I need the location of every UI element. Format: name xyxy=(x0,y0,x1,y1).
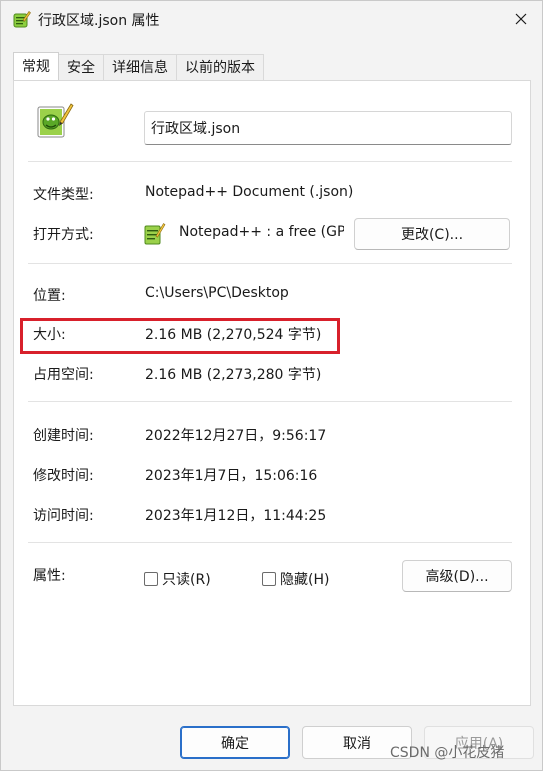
watermark: CSDN @小花皮猪 xyxy=(390,745,505,761)
open-with-value: Notepad++ : a free (GPL) source code edi… xyxy=(179,224,344,240)
file-type-label: 文件类型: xyxy=(33,187,94,203)
divider xyxy=(28,263,512,264)
attributes-label: 属性: xyxy=(33,568,66,584)
filename-input[interactable] xyxy=(144,111,512,145)
location-value: C:\Users\PC\Desktop xyxy=(145,285,289,301)
properties-window: 行政区域.json 属性 常规 安全 详细信息 以前的版本 文件类型: Note… xyxy=(0,0,543,771)
close-icon xyxy=(515,13,527,25)
accessed-label: 访问时间: xyxy=(33,508,94,524)
notepadpp-file-icon xyxy=(37,103,74,138)
file-type-value: Notepad++ Document (.json) xyxy=(145,184,354,200)
general-panel: 文件类型: Notepad++ Document (.json) 打开方式: N… xyxy=(13,80,531,706)
created-label: 创建时间: xyxy=(33,428,94,444)
hidden-checkbox[interactable]: 隐藏(H) xyxy=(262,569,329,589)
modified-value: 2023年1月7日，15:06:16 xyxy=(145,468,318,484)
tab-general[interactable]: 常规 xyxy=(13,52,59,80)
size-on-disk-value: 2.16 MB (2,273,280 字节) xyxy=(145,367,322,383)
window-title: 行政区域.json 属性 xyxy=(38,13,160,29)
divider xyxy=(28,401,512,402)
hidden-checkbox-box[interactable] xyxy=(262,572,276,586)
hidden-label: 隐藏(H) xyxy=(280,572,330,588)
notepadpp-icon xyxy=(144,223,166,245)
readonly-label: 只读(R) xyxy=(162,572,211,588)
notepadpp-icon xyxy=(13,11,31,28)
title-bar: 行政区域.json 属性 xyxy=(1,1,542,39)
size-highlight-box xyxy=(20,318,340,354)
readonly-checkbox-box[interactable] xyxy=(144,572,158,586)
advanced-button[interactable]: 高级(D)... xyxy=(402,560,512,592)
readonly-checkbox[interactable]: 只读(R) xyxy=(144,569,211,589)
accessed-value: 2023年1月12日，11:44:25 xyxy=(145,508,327,524)
ok-button[interactable]: 确定 xyxy=(180,726,290,759)
modified-label: 修改时间: xyxy=(33,468,94,484)
divider xyxy=(28,542,512,543)
close-button[interactable] xyxy=(506,5,536,33)
change-button[interactable]: 更改(C)... xyxy=(354,218,510,250)
tab-security[interactable]: 安全 xyxy=(58,54,104,80)
divider xyxy=(28,161,512,162)
location-label: 位置: xyxy=(33,288,66,304)
size-on-disk-label: 占用空间: xyxy=(33,367,94,383)
tab-details[interactable]: 详细信息 xyxy=(103,54,177,80)
created-value: 2022年12月27日，9:56:17 xyxy=(145,428,327,444)
open-with-label: 打开方式: xyxy=(33,227,94,243)
tab-strip: 常规 安全 详细信息 以前的版本 xyxy=(13,52,264,80)
tab-previous-versions[interactable]: 以前的版本 xyxy=(176,54,264,80)
